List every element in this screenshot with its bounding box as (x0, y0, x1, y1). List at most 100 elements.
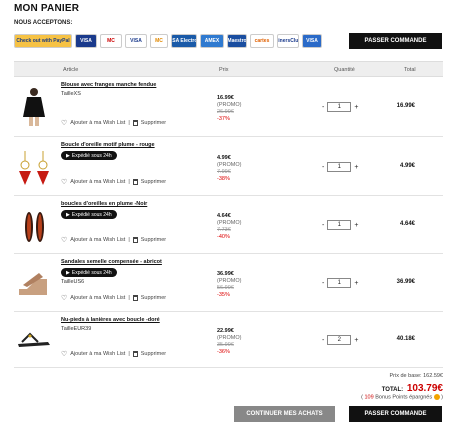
product-price: 36.99€ (PROMO) 56.99€ -35% (217, 271, 241, 299)
old-price: 26.99€ (217, 109, 234, 115)
product-image[interactable] (16, 261, 52, 305)
trash-icon[interactable] (132, 179, 138, 185)
discount-percent: -38% (217, 176, 230, 182)
quantity-stepper: -1 + (322, 220, 358, 230)
row-total: 40.18€ (396, 336, 415, 342)
payment-logo: VISA (302, 34, 322, 48)
payment-logo: VISA Electron (171, 34, 197, 48)
cart-row: boucles d'oreilles en plume -Noir ▶ Expédi… (14, 196, 443, 254)
quantity-input[interactable]: 1 (327, 278, 352, 288)
payment-logo: MC (100, 34, 122, 48)
quantity-plus-button[interactable]: + (354, 164, 358, 171)
payment-logo: DinersClub (277, 34, 299, 48)
quantity-stepper: -1 + (322, 278, 358, 288)
payment-logos: Check out with PayPalVISAMCVISAMCVISA El… (14, 34, 322, 49)
add-to-wishlist-link[interactable]: Ajouter à ma Wish List (70, 179, 125, 185)
bonus-points-value: 109 (364, 394, 374, 401)
quantity-input[interactable]: 2 (327, 335, 352, 345)
quantity-stepper: -1 + (322, 102, 358, 112)
total-label: TOTAL: (381, 387, 404, 393)
row-total: 36.99€ (396, 279, 415, 285)
old-price: 35.99€ (217, 342, 234, 348)
quantity-stepper: -2 + (322, 335, 358, 345)
quantity-plus-button[interactable]: + (354, 337, 358, 344)
delete-link[interactable]: Supprimer (141, 179, 166, 185)
cart-total: TOTAL: 103.79€ (382, 383, 443, 394)
delete-link[interactable]: Supprimer (141, 120, 166, 126)
promo-label: (PROMO) (217, 278, 242, 284)
header-price: Prix (219, 67, 229, 73)
quantity-minus-button[interactable]: - (322, 164, 324, 171)
add-to-wishlist-link[interactable]: Ajouter à ma Wish List (70, 351, 125, 357)
quantity-plus-button[interactable]: + (354, 104, 358, 111)
payment-logo: cartes (250, 34, 274, 48)
product-name-link[interactable]: Nu-pieds à lanières avec boucle -doré (61, 317, 160, 323)
quantity-minus-button[interactable]: - (322, 222, 324, 229)
heart-icon: ♡ (61, 179, 68, 186)
promo-label: (PROMO) (217, 335, 242, 341)
payment-logo: VISA (125, 34, 147, 48)
add-to-wishlist-link[interactable]: Ajouter à ma Wish List (70, 237, 125, 243)
product-price: 4.99€ (PROMO) 7.99€ -38% (217, 155, 241, 183)
product-price: 22.99€ (PROMO) 35.99€ -36% (217, 328, 241, 356)
product-image[interactable] (16, 145, 52, 189)
quantity-input[interactable]: 1 (327, 102, 352, 112)
discount-percent: -36% (217, 349, 230, 355)
quantity-minus-button[interactable]: - (322, 337, 324, 344)
current-price: 36.99€ (217, 271, 234, 277)
quantity-minus-button[interactable]: - (322, 280, 324, 287)
product-image[interactable] (16, 318, 52, 362)
accepted-payments-label: NOUS ACCEPTONS: (14, 20, 73, 26)
payment-logo: VISA (75, 34, 97, 48)
checkout-button-bottom[interactable]: PASSER COMMANDE (349, 406, 442, 422)
product-image[interactable] (16, 85, 52, 129)
product-price: 16.99€ (PROMO) 26.99€ -37% (217, 95, 241, 123)
quantity-input[interactable]: 1 (327, 162, 352, 172)
discount-percent: -35% (217, 292, 230, 298)
current-price: 4.99€ (217, 155, 231, 161)
add-to-wishlist-link[interactable]: Ajouter à ma Wish List (70, 295, 125, 301)
old-price: 7.99€ (217, 169, 231, 175)
product-name-link[interactable]: Boucle d'oreille motif plume - rouge (61, 142, 155, 148)
payment-logo: Maestro (227, 34, 247, 48)
heart-icon: ♡ (61, 295, 68, 302)
row-actions: ♡ Ajouter à ma Wish List | Supprimer (61, 351, 167, 358)
promo-label: (PROMO) (217, 220, 242, 226)
checkout-button-top[interactable]: PASSER COMMANDE (349, 33, 442, 49)
row-total: 4.99€ (399, 163, 415, 169)
cart-row: Nu-pieds à lanières avec boucle -doré Tai… (14, 312, 443, 368)
cart-row: Boucle d'oreille motif plume - rouge ▶ Exp… (14, 137, 443, 196)
quantity-plus-button[interactable]: + (354, 222, 358, 229)
add-to-wishlist-link[interactable]: Ajouter à ma Wish List (70, 120, 125, 126)
delete-link[interactable]: Supprimer (141, 351, 166, 357)
total-amount: 103.79€ (406, 383, 443, 394)
delete-link[interactable]: Supprimer (141, 237, 166, 243)
shipping-badge: ▶ Expédié sous 24h (61, 151, 117, 160)
quantity-input[interactable]: 1 (327, 220, 352, 230)
quantity-plus-button[interactable]: + (354, 280, 358, 287)
current-price: 16.99€ (217, 95, 234, 101)
trash-icon[interactable] (132, 295, 138, 301)
trash-icon[interactable] (132, 120, 138, 126)
promo-label: (PROMO) (217, 162, 242, 168)
delete-link[interactable]: Supprimer (141, 295, 166, 301)
quantity-minus-button[interactable]: - (322, 104, 324, 111)
product-size: TailleUS6 (61, 279, 85, 285)
product-name-link[interactable]: Blouse avec franges manche fendue (61, 82, 156, 88)
product-name-link[interactable]: Sandales semelle compensée - abricot (61, 259, 162, 265)
shipping-badge: ▶ Expédié sous 24h (61, 268, 117, 277)
trash-icon[interactable] (132, 351, 138, 357)
cart-row: Sandales semelle compensée - abricot ▶ Exp… (14, 254, 443, 312)
page-title: MON PANIER (14, 3, 80, 14)
continue-shopping-button[interactable]: CONTINUER MES ACHATS (234, 406, 335, 422)
trash-icon[interactable] (132, 237, 138, 243)
promo-label: (PROMO) (217, 102, 242, 108)
row-total: 4.64€ (399, 221, 415, 227)
product-name-link[interactable]: boucles d'oreilles en plume -Noir (61, 201, 147, 207)
product-image[interactable] (16, 203, 52, 247)
old-price: 7.73€ (217, 227, 231, 233)
truck-icon: ▶ (66, 211, 70, 218)
row-actions: ♡ Ajouter à ma Wish List | Supprimer (61, 120, 167, 127)
header-article: Article (63, 67, 79, 73)
truck-icon: ▶ (66, 269, 70, 276)
